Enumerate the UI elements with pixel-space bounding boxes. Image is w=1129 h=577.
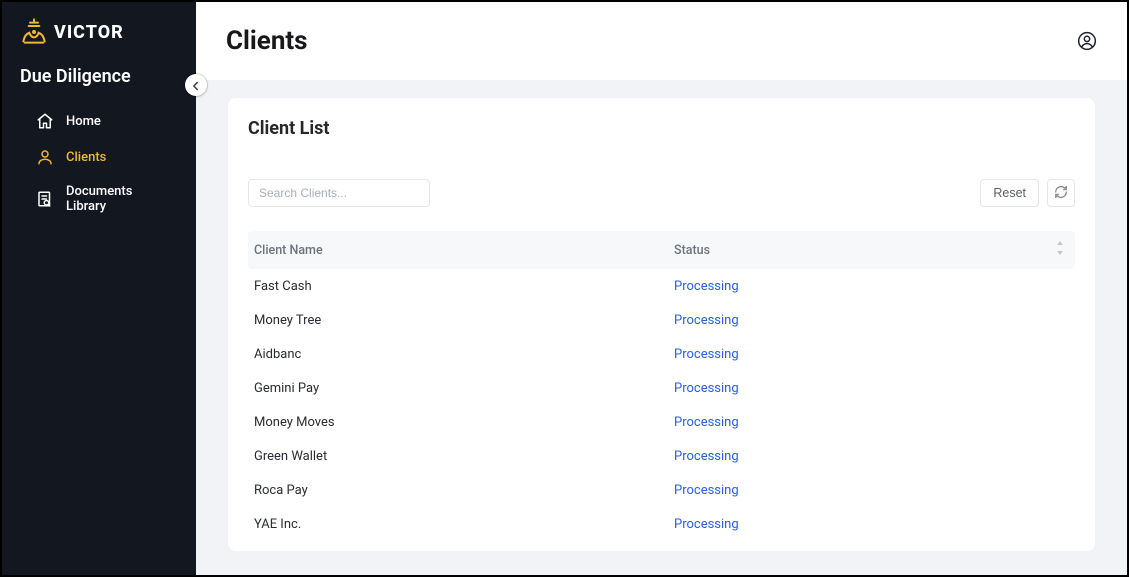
cell-status: Processing [674,483,1069,498]
table-row[interactable]: YAE Inc.Processing [248,507,1075,541]
cell-status: Processing [674,449,1069,464]
refresh-button[interactable] [1047,179,1075,207]
table-row[interactable]: AidbancProcessing [248,337,1075,371]
content-area: Client List Reset Client Name [196,80,1127,575]
sidebar-item-label: Documents Library [66,184,166,214]
brand-text: VICTOR [54,22,124,43]
brand-icon [18,16,50,48]
sidebar: VICTOR Due Diligence Home Clients [2,2,196,575]
header: Clients [196,2,1127,80]
table-row[interactable]: Gemini PayProcessing [248,371,1075,405]
sort-icon [1055,241,1065,259]
cell-status: Processing [674,415,1069,430]
account-icon[interactable] [1077,31,1097,51]
cell-client-name: Money Moves [254,415,674,430]
cell-status: Processing [674,381,1069,396]
cell-client-name: Aidbanc [254,347,674,362]
search-input[interactable] [248,179,430,207]
sidebar-collapse-button[interactable] [185,74,207,96]
sidebar-item-label: Home [66,114,101,129]
cell-client-name: Gemini Pay [254,381,674,396]
main: Clients Client List Reset [196,2,1127,575]
column-header-name[interactable]: Client Name [254,241,674,259]
cell-client-name: Money Tree [254,313,674,328]
cell-status: Processing [674,313,1069,328]
table-row[interactable]: Fast CashProcessing [248,269,1075,303]
table-toolbar: Reset [248,179,1075,207]
user-icon [36,148,54,166]
reset-button[interactable]: Reset [980,179,1039,207]
sidebar-nav: Home Clients Documents Library [2,101,196,225]
chevron-left-icon [191,76,201,95]
cell-client-name: Roca Pay [254,483,674,498]
cell-client-name: Green Wallet [254,449,674,464]
card-title: Client List [248,118,1075,139]
sidebar-item-label: Clients [66,150,106,165]
sidebar-item-clients[interactable]: Clients [2,139,196,175]
cell-client-name: Fast Cash [254,279,674,294]
cell-status: Processing [674,517,1069,532]
cell-status: Processing [674,279,1069,294]
sidebar-title: Due Diligence [2,60,196,101]
table-row[interactable]: Money TreeProcessing [248,303,1075,337]
home-icon [36,112,54,130]
table-row[interactable]: Roca PayProcessing [248,473,1075,507]
cell-status: Processing [674,347,1069,362]
client-list-card: Client List Reset Client Name [228,98,1095,551]
column-header-status[interactable]: Status [674,241,1069,259]
table-header: Client Name Status [248,231,1075,269]
table-body: Fast CashProcessingMoney TreeProcessingA… [248,269,1075,541]
documents-icon [36,190,54,208]
table-row[interactable]: Money MovesProcessing [248,405,1075,439]
brand-logo: VICTOR [2,2,196,60]
sidebar-item-documents-library[interactable]: Documents Library [2,175,196,223]
refresh-icon [1054,185,1068,202]
client-table: Client Name Status Fast CashProcessingMo… [248,231,1075,541]
table-row[interactable]: Green WalletProcessing [248,439,1075,473]
cell-client-name: YAE Inc. [254,517,674,532]
sidebar-item-home[interactable]: Home [2,103,196,139]
page-title: Clients [226,26,308,56]
